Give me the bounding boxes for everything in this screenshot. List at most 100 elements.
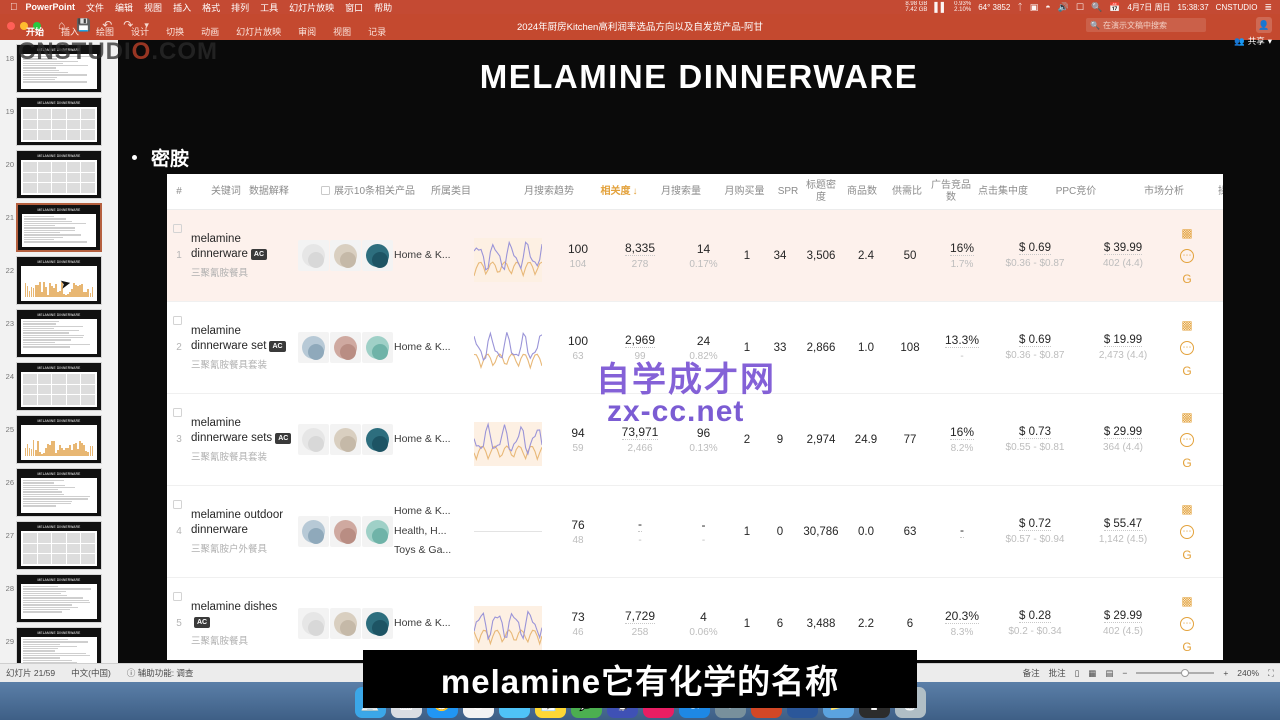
more-options-icon[interactable]: ⋯ (1180, 341, 1194, 355)
list-item[interactable]: 21 MELAMINE DINNERWARE (0, 199, 118, 252)
row-checkbox[interactable] (173, 592, 182, 601)
google-icon[interactable]: G (1182, 364, 1191, 378)
list-item[interactable]: 27 MELAMINE DINNERWARE (0, 517, 118, 570)
chart-icon[interactable]: ▩ (1181, 410, 1192, 424)
product-thumbnail[interactable] (362, 332, 393, 363)
keyword-cell[interactable]: melamine dishesAC 三聚氰胺餐具 (191, 600, 296, 647)
list-item[interactable]: 28 MELAMINE DINNERWARE (0, 570, 118, 623)
tab-home[interactable]: 开始 (26, 25, 44, 38)
ribbon-tab-bar[interactable]: 开始 插入 绘图 设计 切换 动画 幻灯片放映 审阅 视图 记录 (0, 22, 1100, 40)
product-images[interactable] (296, 332, 394, 363)
display-icon[interactable]: ▣ (1030, 2, 1039, 13)
zoom-slider-knob[interactable] (1181, 669, 1189, 677)
share-button[interactable]: 👥 共享 ▾ (1234, 35, 1272, 47)
fit-slide-icon[interactable]: ⛶ (1268, 668, 1274, 679)
volume-icon[interactable]: 🔊 (1058, 2, 1069, 13)
product-thumbnail[interactable] (330, 608, 361, 639)
chart-icon[interactable]: ▩ (1181, 226, 1192, 240)
keyword-cell[interactable]: melamine dinnerware AC 三聚氰胺餐具 (191, 232, 296, 279)
screenmirror-icon[interactable]: ☐ (1076, 2, 1084, 13)
header-trend[interactable]: 月搜索趋势 (505, 186, 593, 198)
network-graph-icon[interactable]: ▌▌ (934, 2, 947, 12)
tab-slideshow[interactable]: 幻灯片放映 (236, 25, 281, 38)
menu-item-view[interactable]: 视图 (144, 1, 162, 14)
product-thumbnail[interactable] (362, 608, 393, 639)
product-thumbnail[interactable] (298, 516, 329, 547)
language-indicator[interactable]: 中文(中国) (71, 667, 111, 679)
slide-thumbnail[interactable]: MELAMINE DINNERWARE (16, 150, 102, 199)
apple-icon[interactable]:  (10, 2, 18, 13)
header-purchase-volume[interactable]: 月购买量 (717, 186, 772, 198)
product-thumbnail[interactable] (362, 240, 393, 271)
menubar-username[interactable]: CNSTUDIO (1216, 3, 1258, 12)
slide-thumbnail[interactable]: MELAMINE DINNERWARE (16, 97, 102, 146)
header-search-volume[interactable]: 月搜索量 (645, 186, 717, 198)
table-row[interactable]: 4 melamine outdoor dinnerware 三聚氰胺户外餐具 Home… (167, 486, 1223, 578)
product-thumbnail[interactable] (362, 516, 393, 547)
tab-view[interactable]: 视图 (333, 25, 351, 38)
google-icon[interactable]: G (1182, 272, 1191, 286)
product-thumbnail[interactable] (298, 608, 329, 639)
list-item[interactable]: 20 MELAMINE DINNERWARE (0, 146, 118, 199)
bluetooth-icon[interactable]: ᛏ (1017, 2, 1022, 12)
actions-cell[interactable]: ▩ ⋯ G (1167, 318, 1207, 378)
list-item[interactable]: 23 MELAMINE DINNERWARE (0, 305, 118, 358)
slide-canvas[interactable]: MELAMINE DINNERWARE 密胺 # 关键词 数据解释 展示10条相… (118, 40, 1280, 670)
slide-thumbnail[interactable]: MELAMINE DINNERWARE (16, 362, 102, 411)
normal-view-icon[interactable]: ▯ (1075, 668, 1080, 679)
spotlight-icon[interactable]: 🔍 (1091, 2, 1102, 13)
menu-item-help[interactable]: 帮助 (374, 1, 392, 14)
tab-insert[interactable]: 插入 (61, 25, 79, 38)
accessibility-status[interactable]: ⓘ 辅助功能: 调查 (127, 667, 194, 679)
trend-sparkline[interactable] (464, 531, 552, 532)
product-thumbnail[interactable] (362, 424, 393, 455)
menu-item-edit[interactable]: 编辑 (115, 1, 133, 14)
menu-item-format[interactable]: 格式 (202, 1, 220, 14)
product-thumbnail[interactable] (298, 332, 329, 363)
menu-item-slideshow[interactable]: 幻灯片放映 (289, 1, 334, 14)
list-item[interactable]: 25 MELAMINE DINNERWARE (0, 411, 118, 464)
chart-icon[interactable]: ▩ (1181, 318, 1192, 332)
header-supply-demand[interactable]: 供需比 (886, 186, 928, 198)
product-thumbnail[interactable] (330, 332, 361, 363)
notes-button[interactable]: 备注 (1023, 667, 1040, 679)
slide-thumbnail-panel[interactable]: 18 MELAMINE DINNERWARE 19 MELAMINE DINNERWA… (0, 40, 118, 670)
actions-cell[interactable]: ▩ ⋯ G (1167, 594, 1207, 654)
sorter-view-icon[interactable]: ▦ (1088, 668, 1096, 679)
tab-draw[interactable]: 绘图 (96, 25, 114, 38)
chart-icon[interactable]: ▩ (1181, 594, 1192, 608)
chart-icon[interactable]: ▩ (1181, 502, 1192, 516)
avatar[interactable]: 👤 (1256, 17, 1272, 33)
trend-sparkline[interactable] (464, 322, 552, 374)
table-row[interactable]: 1 melamine dinnerware AC 三聚氰胺餐具 Home & K... 1… (167, 210, 1223, 302)
actions-cell[interactable]: ▩ ⋯ G (1167, 410, 1207, 470)
trend-sparkline[interactable] (464, 598, 552, 650)
product-images[interactable] (296, 240, 394, 271)
header-goods-count[interactable]: 商品数 (838, 186, 886, 198)
row-checkbox[interactable] (173, 408, 182, 417)
more-options-icon[interactable]: ⋯ (1180, 433, 1194, 447)
keyword-cell[interactable]: melamine dinnerware set AC 三聚氰胺餐具套装 (191, 324, 296, 371)
google-icon[interactable]: G (1182, 456, 1191, 470)
keyword-cell[interactable]: melamine outdoor dinnerware 三聚氰胺户外餐具 (191, 508, 296, 555)
table-body[interactable]: 1 melamine dinnerware AC 三聚氰胺餐具 Home & K... 1… (167, 210, 1223, 660)
slide-thumbnail[interactable]: MELAMINE DINNERWARE (16, 574, 102, 623)
slide-thumbnail[interactable]: MELAMINE DINNERWARE (16, 203, 102, 252)
slide-thumbnail[interactable]: MELAMINE DINNERWARE (16, 309, 102, 358)
status-right-group[interactable]: 备注 批注 ▯ ▦ ▤ − + 240% ⛶ (1023, 667, 1274, 679)
slide-thumbnail[interactable]: MELAMINE DINNERWARE (16, 415, 102, 464)
search-input[interactable]: 🔍 在演示文稿中搜索 (1086, 18, 1206, 32)
row-checkbox[interactable] (173, 316, 182, 325)
header-category[interactable]: 所属类目 (431, 186, 505, 198)
header-ad-competitors[interactable]: 广告竞品数 (928, 180, 974, 203)
menu-item-tools[interactable]: 工具 (260, 1, 278, 14)
list-item[interactable]: 19 MELAMINE DINNERWARE (0, 93, 118, 146)
header-title-density[interactable]: 标题密度 (804, 180, 838, 203)
menu-item-insert[interactable]: 插入 (173, 1, 191, 14)
tab-review[interactable]: 审阅 (298, 25, 316, 38)
menu-app-name[interactable]: PowerPoint (26, 2, 76, 12)
header-data-explain[interactable]: 数据解释 (249, 186, 289, 198)
slide-thumbnail[interactable]: MELAMINE DINNERWARE (16, 521, 102, 570)
product-thumbnail[interactable] (330, 516, 361, 547)
product-images[interactable] (296, 424, 394, 455)
